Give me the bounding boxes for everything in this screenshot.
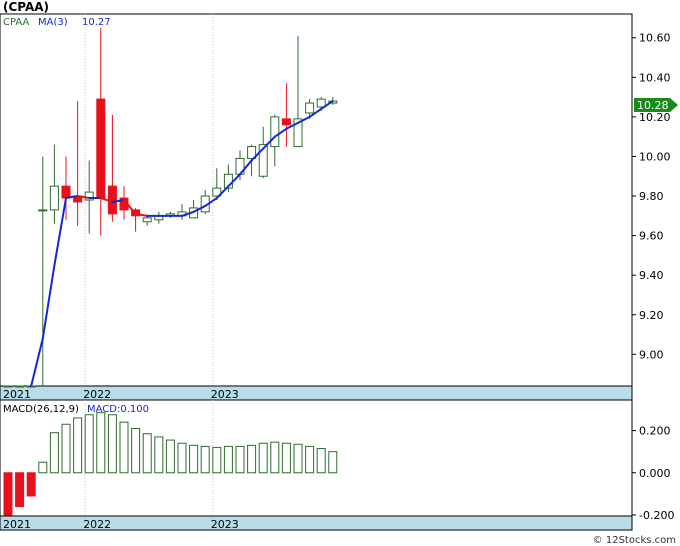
macd-bar-positive <box>293 443 303 474</box>
macd-bar-positive <box>154 436 164 474</box>
price-x-tick-label: 2023 <box>211 388 239 401</box>
candle-body-up <box>142 217 152 223</box>
price-y-tick-label: 9.80 <box>639 190 664 203</box>
last-price-value: 10.28 <box>637 99 669 112</box>
price-y-tick-label: 9.20 <box>639 309 664 322</box>
legend-ticker: CPAA <box>3 17 29 28</box>
candle-body-up <box>3 385 13 388</box>
macd-bar-positive <box>258 442 268 474</box>
watermark: © 12Stocks.com <box>593 535 676 546</box>
price-x-tick-label: 2022 <box>83 388 111 401</box>
price-x-tick-label: 2021 <box>3 388 31 401</box>
candle-body-down <box>96 98 106 199</box>
price-y-tick-label: 10.60 <box>639 32 671 45</box>
macd-y-axis: 0.200 0.000 -0.200 <box>632 425 674 522</box>
macd-y-tick-label: 0.000 <box>639 467 671 480</box>
macd-bar-positive <box>223 445 233 474</box>
candle-body-up <box>305 102 315 114</box>
last-price-badge-arrow <box>670 98 678 112</box>
macd-y-tick-label: -0.200 <box>639 509 674 522</box>
candle-body-down <box>281 118 291 126</box>
macd-bar-positive <box>73 417 83 474</box>
candle-body-down <box>61 185 71 199</box>
macd-bar-positive <box>200 445 210 474</box>
legend-ma-value: 10.27 <box>82 17 111 28</box>
macd-bar-positive <box>316 448 326 474</box>
macd-bar-positive <box>142 433 152 474</box>
macd-bar-positive <box>305 445 315 474</box>
macd-bar-positive <box>177 442 187 474</box>
macd-bar-positive <box>212 446 222 474</box>
macd-bar-negative <box>3 472 13 516</box>
macd-x-tick-label: 2022 <box>83 518 111 531</box>
macd-panel <box>0 399 633 517</box>
macd-bar-positive <box>131 427 141 474</box>
candle <box>3 385 13 388</box>
candle-body-up <box>49 185 59 211</box>
candle-body-up <box>270 116 280 148</box>
macd-bar-positive <box>189 444 199 474</box>
macd-legend: MACD(26,12,9) MACD:0.100 <box>3 404 149 415</box>
candle-body-up <box>15 385 25 388</box>
macd-legend-value: MACD:0.100 <box>87 404 149 415</box>
price-y-axis: 10.60 10.40 10.20 10.00 9.80 9.60 9.40 9.20 9.00 <box>632 32 671 361</box>
macd-x-tick-label: 2021 <box>3 518 31 531</box>
candle-body-up <box>316 98 326 108</box>
price-y-tick-label: 9.60 <box>639 230 664 243</box>
stock-chart: (CPAA) 10.60 10.40 10.20 10.00 9.80 9.60 9.40 9… <box>0 0 678 546</box>
macd-bar-positive <box>119 421 129 474</box>
macd-bar-positive <box>96 412 106 474</box>
macd-bar-positive <box>165 439 175 474</box>
macd-bar-positive <box>235 445 245 474</box>
legend-ma-label: MA(3) <box>38 17 68 28</box>
macd-bar-positive <box>84 414 94 474</box>
macd-bar-positive <box>270 441 280 474</box>
macd-bar-positive <box>328 451 338 474</box>
candle <box>15 385 25 388</box>
macd-legend-label: MACD(26,12,9) <box>3 404 79 415</box>
macd-bar-positive <box>38 461 48 474</box>
macd-y-tick-label: 0.200 <box>639 425 671 438</box>
price-y-tick-label: 9.40 <box>639 269 664 282</box>
last-price-badge: 10.28 <box>634 98 678 112</box>
macd-bar-negative <box>26 472 36 497</box>
price-y-tick-label: 10.40 <box>639 71 671 84</box>
macd-bar-positive <box>61 423 71 474</box>
macd-bar-positive <box>247 444 257 474</box>
macd-bar-negative <box>15 472 25 508</box>
price-panel <box>0 13 633 389</box>
macd-bar-positive <box>281 442 291 474</box>
chart-title: (CPAA) <box>3 0 49 14</box>
price-y-tick-label: 10.20 <box>639 111 671 124</box>
candle-body-up <box>38 209 48 212</box>
price-y-tick-label: 9.00 <box>639 348 664 361</box>
price-y-tick-label: 10.00 <box>639 150 671 163</box>
macd-x-tick-label: 2023 <box>211 518 239 531</box>
price-legend: CPAA MA(3) 10.27 <box>3 17 111 28</box>
macd-bar-positive <box>49 432 59 474</box>
macd-bar-positive <box>107 414 117 474</box>
